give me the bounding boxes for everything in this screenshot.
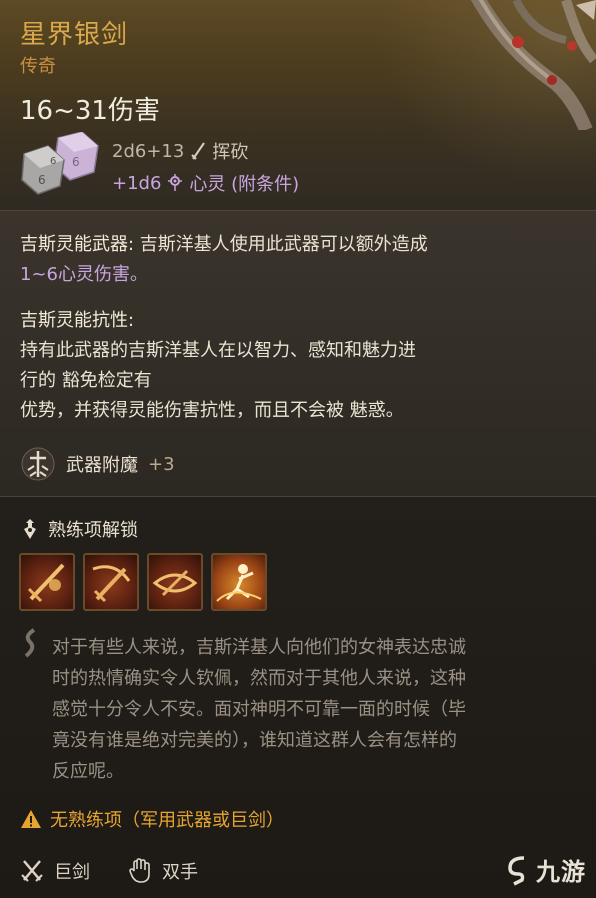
handedness: 双手	[162, 862, 198, 883]
property-psionic-resistance: 吉斯灵能抗性: 持有此武器的吉斯洋基人在以智力、感知和魅力进 行的 豁免检定有 …	[20, 306, 416, 426]
bonus-damage-type: 心灵 (附条件)	[189, 174, 300, 195]
skill-slot-2[interactable]	[83, 553, 139, 611]
lore-line: 反应呢。	[52, 761, 124, 782]
watermark: 九游	[504, 852, 586, 887]
property-text: 吉斯洋基人使用此武器可以额外造成	[134, 234, 428, 255]
property-line: 优势，并获得灵能伤害抗性，而且不会被 魅惑。	[20, 400, 404, 421]
weapon-tags: 巨剑 双手	[20, 858, 198, 884]
skill-slot-1[interactable]	[19, 553, 75, 611]
item-name: 星界银剑	[20, 20, 129, 50]
svg-text:6: 6	[72, 155, 80, 169]
weapon-type: 巨剑	[54, 862, 90, 883]
lore-text: 对于有些人来说，吉斯洋基人向他们的女神表达忠诚 时的热情确实令人钦佩，然而对于其…	[52, 632, 572, 787]
lore-quote-icon	[24, 628, 36, 658]
proficiency-warning: 无熟练项（军用武器或巨剑）	[20, 806, 284, 832]
crossed-swords-icon	[21, 860, 43, 882]
psychic-icon	[168, 174, 183, 191]
property-title: 吉斯灵能武器:	[20, 234, 135, 255]
sword-strike-icon	[27, 563, 65, 603]
lore-line: 感觉十分令人不安。面对神明不可靠一面的时候（毕	[52, 699, 466, 720]
svg-text:6: 6	[50, 156, 56, 167]
enchantment-icon	[21, 447, 55, 481]
rush-attack-icon	[216, 564, 262, 602]
proficiency-unlock-header: 熟练项解锁	[20, 516, 138, 542]
svg-text:6: 6	[38, 173, 46, 187]
skill-slot-3[interactable]	[147, 553, 203, 611]
sword-art-icon	[470, 0, 596, 130]
lore-line: 竟没有谁是绝对完美的），谁知道这群人会有怎样的	[52, 730, 457, 751]
lore-line: 对于有些人来说，吉斯洋基人向他们的女神表达忠诚	[52, 637, 466, 658]
enchantment-label: 武器附魔	[66, 455, 138, 476]
damage-type: 挥砍	[212, 142, 249, 163]
proficiency-skills	[19, 553, 267, 611]
slash-icon	[191, 142, 206, 160]
lore-line: 时的热情确实令人钦佩，然而对于其他人来说，这种	[52, 668, 466, 689]
hand-icon	[129, 858, 150, 883]
property-line: 行的 豁免检定有	[20, 370, 152, 391]
lacerate-icon	[152, 569, 198, 597]
watermark-text: 九游	[536, 858, 586, 886]
cleave-icon	[92, 565, 131, 603]
damage-dice-line: 2d6+13 挥砍	[112, 138, 248, 164]
warning-text: 无熟练项（军用武器或巨剑）	[50, 810, 284, 831]
property-title: 吉斯灵能抗性:	[20, 310, 135, 331]
item-tooltip: 星界银剑 传奇 16~31伤害 6 6 6 2d6+13 挥砍 +1d6 心灵 …	[0, 0, 596, 898]
item-rarity: 传奇	[20, 56, 56, 77]
proficiency-icon	[24, 519, 36, 539]
damage-total: 16~31伤害	[20, 96, 160, 126]
skill-slot-4[interactable]	[211, 553, 267, 611]
property-line: 持有此武器的吉斯洋基人在以智力、感知和魅力进	[20, 340, 416, 361]
bonus-damage-line: +1d6 心灵 (附条件)	[112, 170, 299, 196]
dice-icon: 6 6 6	[21, 132, 99, 195]
proficiency-title: 熟练项解锁	[48, 520, 138, 541]
watermark-logo-icon	[508, 855, 525, 886]
property-psionic-weapon: 吉斯灵能武器: 吉斯洋基人使用此武器可以额外造成 1~6心灵伤害。	[20, 230, 428, 290]
tooltip-header: 星界银剑 传奇 16~31伤害 6 6 6 2d6+13 挥砍 +1d6 心灵 …	[0, 0, 596, 210]
enchantment-value: +3	[148, 453, 175, 475]
weapon-enchantment: 武器附魔 +3	[20, 446, 175, 482]
property-damage: 1~6心灵伤害。	[20, 264, 148, 285]
bonus-damage: +1d6	[112, 172, 162, 194]
damage-dice: 2d6+13	[112, 140, 185, 162]
warning-icon	[21, 810, 41, 828]
